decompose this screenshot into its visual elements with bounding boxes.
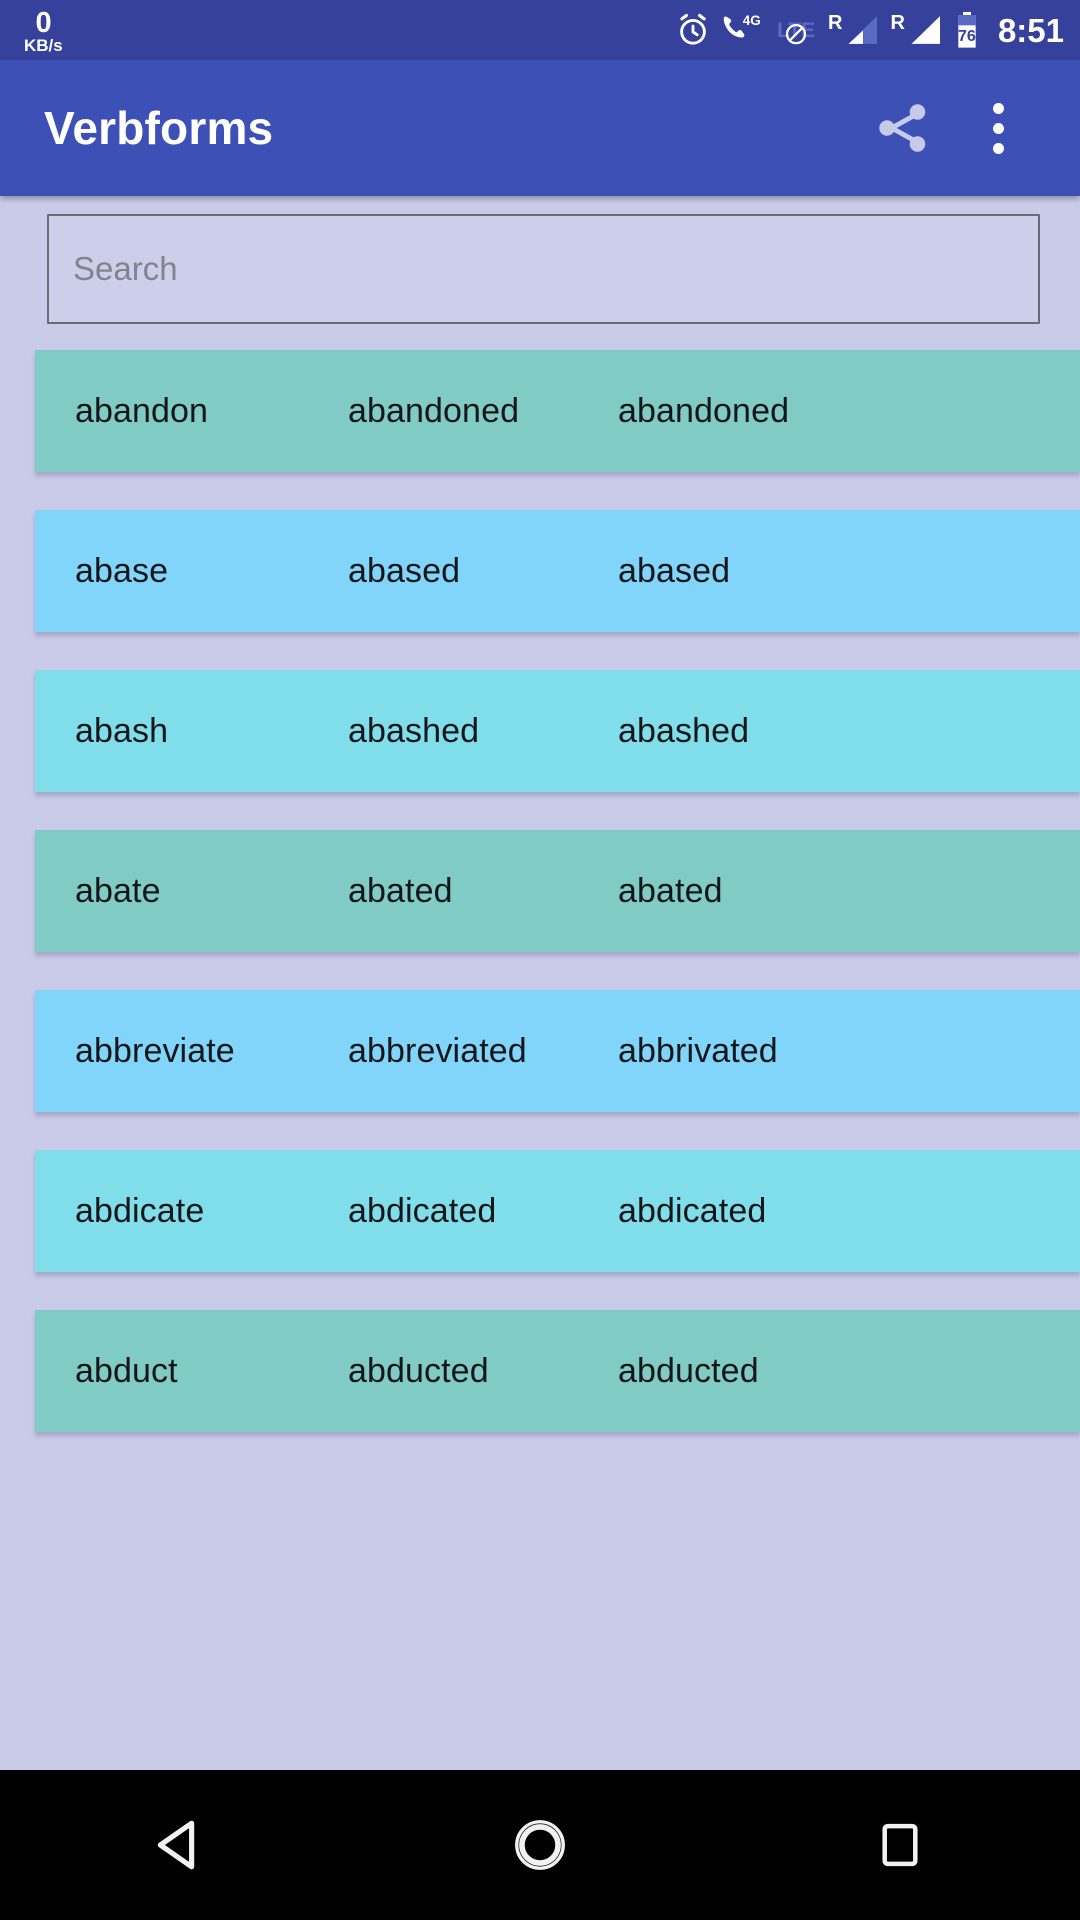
android-navigation-bar <box>0 1770 1080 1920</box>
network-speed-value: 0 <box>35 6 52 39</box>
svg-text:4G: 4G <box>743 13 761 28</box>
verb-base-form: abdicate <box>75 1191 205 1230</box>
search-input[interactable] <box>47 214 1040 324</box>
signal-bars-icon <box>911 16 940 44</box>
status-bar-icons: 4G LTE R R 76 8:51 <box>675 10 1064 50</box>
verb-participle-form: abducted <box>618 1351 759 1390</box>
table-row[interactable]: abate abated abated <box>35 830 1080 952</box>
network-speed-unit: KB/s <box>24 35 63 55</box>
search-field-container <box>47 214 1040 324</box>
page-title: Verbforms <box>44 102 274 154</box>
verb-participle-form: abbrivated <box>618 1031 778 1070</box>
battery-level-label: 76 <box>958 28 976 45</box>
verb-base-form: abandon <box>75 391 209 430</box>
battery-icon: 76 <box>953 10 981 50</box>
verb-past-form: abashed <box>348 711 480 750</box>
verb-past-form: abdicated <box>348 1191 497 1230</box>
verb-participle-form: abated <box>618 871 723 910</box>
verb-past-form: abated <box>348 871 453 910</box>
dot <box>992 122 1004 134</box>
signal-bars-icon <box>849 16 878 44</box>
back-button[interactable] <box>95 1770 265 1920</box>
dot <box>992 142 1004 154</box>
app-bar: Verbforms <box>0 60 1080 196</box>
recents-button[interactable] <box>815 1770 985 1920</box>
verb-participle-form: abdicated <box>618 1191 767 1230</box>
signal-group-2: R <box>890 11 943 49</box>
share-button[interactable] <box>854 80 950 176</box>
verb-past-form: abased <box>348 551 461 590</box>
table-row[interactable]: abdicate abdicated abdicated <box>35 1150 1080 1272</box>
dot <box>992 102 1004 114</box>
recents-square-icon <box>882 1823 918 1867</box>
verb-past-form: abducted <box>348 1351 489 1390</box>
roaming-label-2: R <box>890 12 905 34</box>
more-vertical-icon <box>992 102 1004 154</box>
table-row[interactable]: abduct abducted abducted <box>35 1310 1080 1432</box>
verb-base-form: abase <box>75 551 169 590</box>
home-button[interactable] <box>455 1770 625 1920</box>
phone-screen: 0 KB/s 4G LTE R R 76 8:51 Verbforms Sear… <box>0 0 1080 1920</box>
overflow-menu-button[interactable] <box>950 80 1046 176</box>
table-row[interactable]: abash abashed abashed <box>35 670 1080 792</box>
verb-base-form: abbreviate <box>75 1031 235 1070</box>
signal-group-1: R <box>828 11 881 49</box>
status-bar: 0 KB/s 4G LTE R R 76 8:51 <box>0 0 1080 60</box>
verb-past-form: abbreviated <box>348 1031 527 1070</box>
verb-base-form: abash <box>75 711 169 750</box>
no-data-ban-icon <box>785 24 807 45</box>
table-row[interactable]: abbreviate abbreviated abbrivated <box>35 990 1080 1112</box>
roaming-label-1: R <box>828 12 843 34</box>
lte-no-data-icon: LTE <box>773 13 819 47</box>
alarm-icon <box>680 13 706 45</box>
verb-past-form: abandoned <box>348 391 520 430</box>
call-4g-icon: 4G <box>723 13 761 38</box>
verb-base-form: abate <box>75 871 161 910</box>
network-speed-indicator: 0 KB/s <box>24 6 63 55</box>
content-area: abandonabandonedabandonedabaseabasedabas… <box>0 196 1080 1770</box>
share-icon <box>879 104 926 152</box>
table-row[interactable]: abase abased abased <box>35 510 1080 632</box>
back-triangle-icon <box>157 1820 195 1870</box>
table-row[interactable]: abandon abandoned abandoned <box>35 350 1080 472</box>
verb-forms-list: abandon abandoned abandoned abase abased abas… <box>0 350 1080 1432</box>
verb-participle-form: abased <box>618 551 731 590</box>
verb-participle-form: abashed <box>618 711 750 750</box>
verb-participle-form: abandoned <box>618 391 790 430</box>
verb-base-form: abduct <box>75 1351 178 1390</box>
status-bar-clock: 8:51 <box>997 11 1064 49</box>
home-circle-icon <box>515 1820 565 1870</box>
